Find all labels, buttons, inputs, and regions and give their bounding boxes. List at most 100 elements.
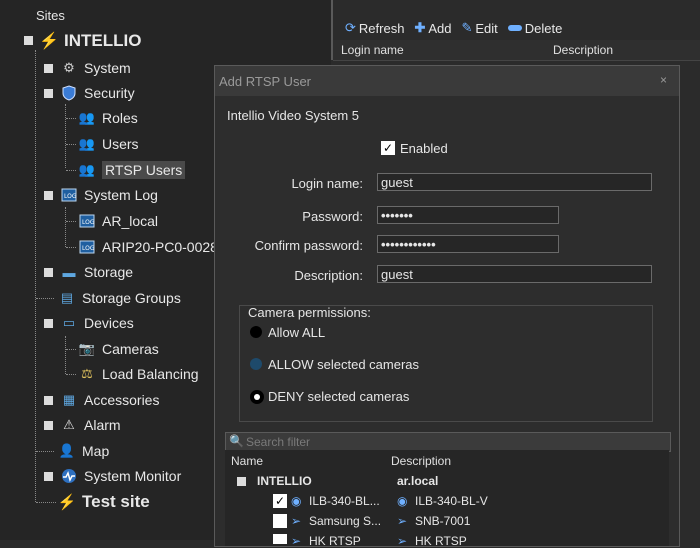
tree-item-map[interactable]: 👤 Map	[58, 440, 109, 462]
allow-all-label: Allow ALL	[268, 325, 326, 340]
tree-item-roles[interactable]: 👥 Roles	[78, 107, 138, 129]
camera-checkbox[interactable]: ✓	[273, 494, 287, 508]
deny-selected-radio[interactable]	[250, 390, 264, 404]
tree-item-alarm[interactable]: ⚠ Alarm	[44, 414, 121, 436]
tree-item-ar-local[interactable]: LOG AR_local	[78, 210, 158, 232]
expand-icon[interactable]	[44, 268, 53, 277]
tree-item-label: System Monitor	[84, 468, 182, 484]
login-name-field[interactable]: guest	[377, 173, 652, 191]
description-label: Description:	[294, 268, 363, 283]
camera-name: Samsung S...	[309, 514, 382, 528]
tree-line	[36, 502, 56, 503]
refresh-button[interactable]: ⟳ Refresh	[345, 20, 404, 36]
tree-line	[66, 374, 76, 375]
tree-item-arip20[interactable]: LOG ARIP20-PC0-0028	[78, 236, 218, 258]
deny-selected-label: DENY selected cameras	[268, 389, 410, 404]
site-icon: ⚡	[39, 33, 59, 50]
tree-item-label: Test site	[82, 492, 150, 511]
tree-item-storage[interactable]: ▬ Storage	[44, 261, 133, 283]
tree-item-security[interactable]: Security	[44, 82, 135, 104]
tree-item-test-site[interactable]: ⚡ Test site	[58, 491, 150, 513]
close-icon[interactable]: ×	[660, 73, 667, 87]
collapse-icon[interactable]	[44, 319, 53, 328]
expand-icon[interactable]	[44, 421, 53, 430]
column-description[interactable]: Description	[553, 43, 613, 57]
camera-group-name: INTELLIO	[257, 474, 312, 488]
storage-groups-icon: ▤	[60, 290, 74, 305]
password-field[interactable]: •••••••	[377, 206, 559, 224]
tree-item-system-log[interactable]: LOG System Log	[44, 184, 158, 206]
balance-icon: ⚖	[81, 366, 93, 381]
tree-line	[65, 207, 66, 247]
allow-selected-radio[interactable]	[250, 358, 262, 370]
enabled-checkbox[interactable]: ✓	[381, 141, 395, 155]
camera-group-desc: ar.local	[397, 474, 439, 488]
tree-item-label: Security	[84, 85, 135, 101]
tree-root-intellio[interactable]: ⚡ INTELLIO	[24, 30, 141, 52]
add-button[interactable]: ✚ Add	[414, 20, 451, 36]
expand-icon[interactable]	[44, 396, 53, 405]
camera-permissions-group: Camera permissions: Allow ALL ALLOW sele…	[239, 305, 653, 422]
column-login-name[interactable]: Login name	[341, 43, 404, 57]
tree-line	[66, 118, 76, 119]
tree-line	[35, 50, 36, 502]
roles-icon: 👥	[78, 110, 96, 125]
tree-item-storage-groups[interactable]: ▤ Storage Groups	[58, 287, 181, 309]
allow-selected-label: ALLOW selected cameras	[268, 357, 420, 372]
log-icon: LOG	[78, 238, 96, 256]
tree-item-label: Accessories	[84, 392, 160, 408]
camera-icon: ◉	[291, 494, 302, 508]
tree-line	[65, 336, 66, 374]
tree-item-load-balancing[interactable]: ⚖ Load Balancing	[78, 363, 199, 385]
collapse-icon[interactable]	[24, 36, 33, 45]
tree-item-system-monitor[interactable]: System Monitor	[44, 465, 181, 487]
expand-icon[interactable]	[44, 472, 53, 481]
accessories-icon: ▦	[62, 392, 76, 407]
tree-item-devices[interactable]: ▭ Devices	[44, 312, 134, 334]
tree-item-users[interactable]: 👥 Users	[78, 133, 139, 155]
camera-icon: ◉	[397, 494, 408, 508]
collapse-icon[interactable]	[237, 477, 246, 486]
search-filter-input[interactable]: 🔍 Search filter	[225, 432, 671, 452]
tree-item-label: System	[84, 60, 131, 76]
tree-item-label: Users	[102, 136, 139, 152]
collapse-icon[interactable]	[44, 191, 53, 200]
grid-header: Login name Description	[333, 40, 700, 61]
site-icon: ⚡	[57, 494, 77, 511]
add-label: Add	[428, 20, 452, 36]
system-name: Intellio Video System 5	[227, 108, 359, 123]
tree-item-rtsp-users[interactable]: 👥 RTSP Users	[78, 159, 186, 181]
dialog-title-bar[interactable]: Add RTSP User ×	[215, 66, 679, 96]
collapse-icon[interactable]	[44, 89, 53, 98]
tree-item-label: Load Balancing	[102, 366, 199, 382]
expand-icon[interactable]	[44, 64, 53, 73]
camera-desc: HK RTSP	[415, 534, 467, 548]
monitor-icon	[60, 467, 78, 485]
allow-all-radio[interactable]	[250, 326, 262, 338]
svg-text:LOG: LOG	[64, 193, 77, 200]
column-description[interactable]: Description	[391, 454, 451, 468]
delete-label: Delete	[524, 20, 563, 36]
tree-line	[66, 144, 76, 145]
confirm-password-field[interactable]: ••••••••••••	[377, 235, 559, 253]
delete-icon	[507, 25, 522, 31]
edit-button[interactable]: ✎ Edit	[461, 20, 497, 36]
camera-icon: ➢	[397, 514, 408, 528]
camera-icon: ➢	[397, 534, 408, 548]
gears-icon: ⚙	[63, 60, 75, 75]
camera-desc: ILB-340-BL-V	[415, 494, 488, 508]
camera-icon: ➢	[291, 514, 302, 528]
camera-checkbox[interactable]	[273, 534, 287, 544]
tree-item-label: System Log	[84, 187, 158, 203]
search-placeholder: Search filter	[246, 435, 311, 449]
description-field[interactable]: guest	[377, 265, 652, 283]
column-name[interactable]: Name	[231, 454, 263, 468]
tree-item-cameras[interactable]: 📷 Cameras	[78, 338, 159, 360]
map-icon: 👤	[58, 443, 76, 458]
tree-item-accessories[interactable]: ▦ Accessories	[44, 389, 159, 411]
refresh-label: Refresh	[358, 20, 405, 36]
sites-header: Sites	[36, 8, 65, 23]
delete-button[interactable]: Delete	[507, 20, 563, 36]
camera-checkbox[interactable]	[273, 514, 287, 528]
tree-item-system[interactable]: ⚙ System	[44, 57, 131, 79]
